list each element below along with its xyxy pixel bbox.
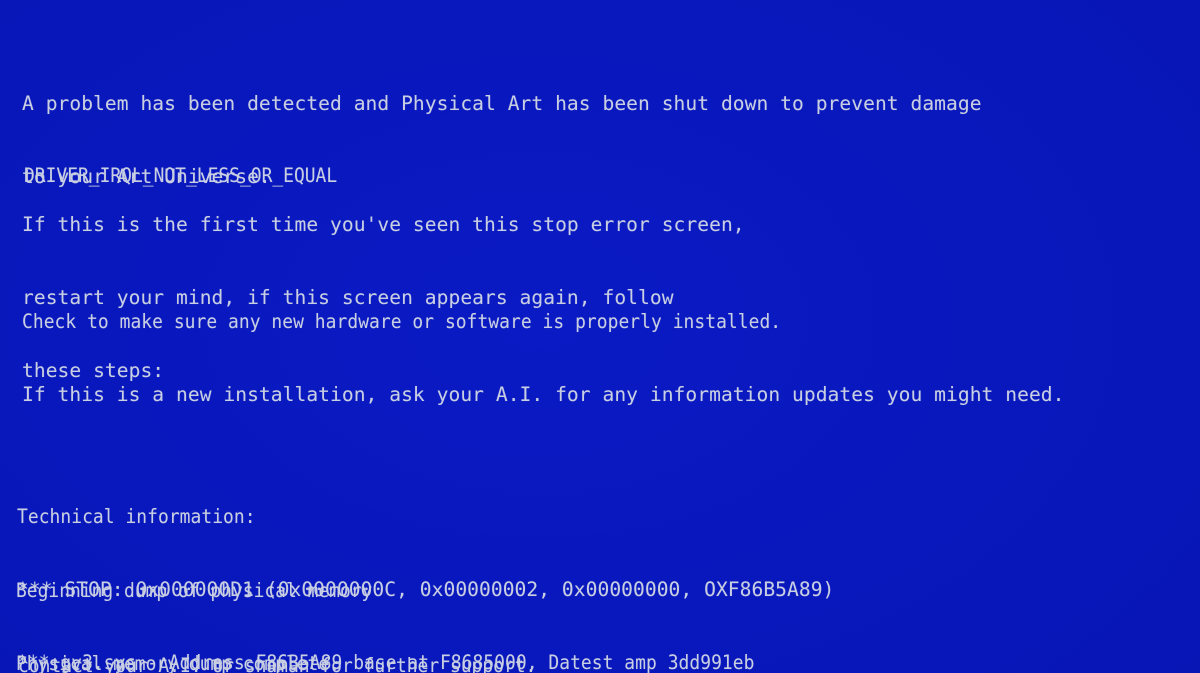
blue-screen-of-death: A problem has been detected and Physical… xyxy=(0,0,1200,673)
technical-heading: Technical information: xyxy=(17,504,256,528)
troubleshooting-line-1: Check to make sure any new hardware or s… xyxy=(22,309,782,333)
memory-dump-line-1: Beginning dump of physical memory xyxy=(16,578,373,602)
troubleshooting-paragraph: Check to make sure any new hardware or s… xyxy=(22,261,1065,456)
troubleshooting-line-2: If this is a new installation, ask your … xyxy=(22,383,1065,407)
contact-support-text: contact your A.I. or shaman for further … xyxy=(18,653,537,673)
intro-line-1: A problem has been detected and Physical… xyxy=(22,91,982,115)
first-time-line-1: If this is the first time you've seen th… xyxy=(22,212,745,236)
contact-support-paragraph: contact your A.I. or shaman for further … xyxy=(18,605,536,673)
